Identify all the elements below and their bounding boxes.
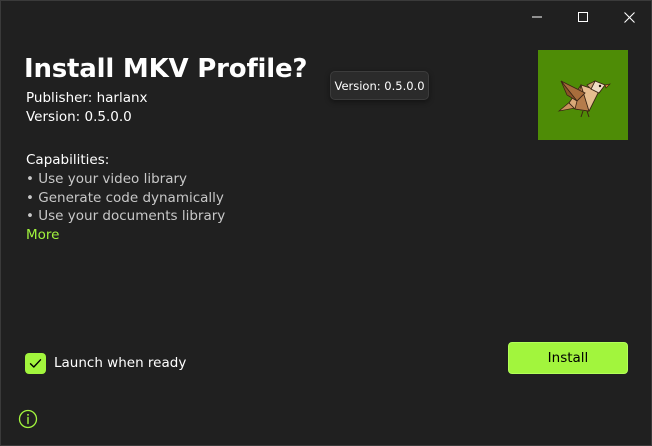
launch-checkbox-label[interactable]: Launch when ready (54, 355, 186, 371)
capabilities-heading: Capabilities: (26, 152, 110, 168)
capability-item: • Use your documents library (26, 208, 226, 224)
info-button[interactable] (17, 408, 39, 430)
minimize-button[interactable] (514, 1, 560, 33)
close-button[interactable] (606, 1, 651, 33)
app-logo-tile (538, 50, 628, 140)
publisher-text: Publisher: harlanx (26, 90, 148, 106)
capability-item: • Generate code dynamically (26, 190, 224, 206)
checkmark-icon (29, 359, 42, 368)
installer-window: Install MKV Profile? Publisher: harlanx … (0, 0, 652, 446)
close-icon (623, 11, 635, 23)
install-button[interactable]: Install (508, 342, 628, 374)
dialog-title: Install MKV Profile? (24, 54, 308, 84)
capability-item: • Use your video library (26, 171, 188, 187)
more-link[interactable]: More (26, 227, 59, 243)
info-icon (18, 409, 38, 429)
maximize-icon (578, 12, 588, 22)
bird-logo (557, 80, 611, 118)
maximize-button[interactable] (560, 1, 606, 33)
launch-checkbox[interactable] (25, 353, 46, 374)
minimize-icon (532, 16, 542, 18)
version-text[interactable]: Version: 0.5.0.0 (26, 109, 132, 125)
version-tooltip: Version: 0.5.0.0 (330, 71, 429, 100)
